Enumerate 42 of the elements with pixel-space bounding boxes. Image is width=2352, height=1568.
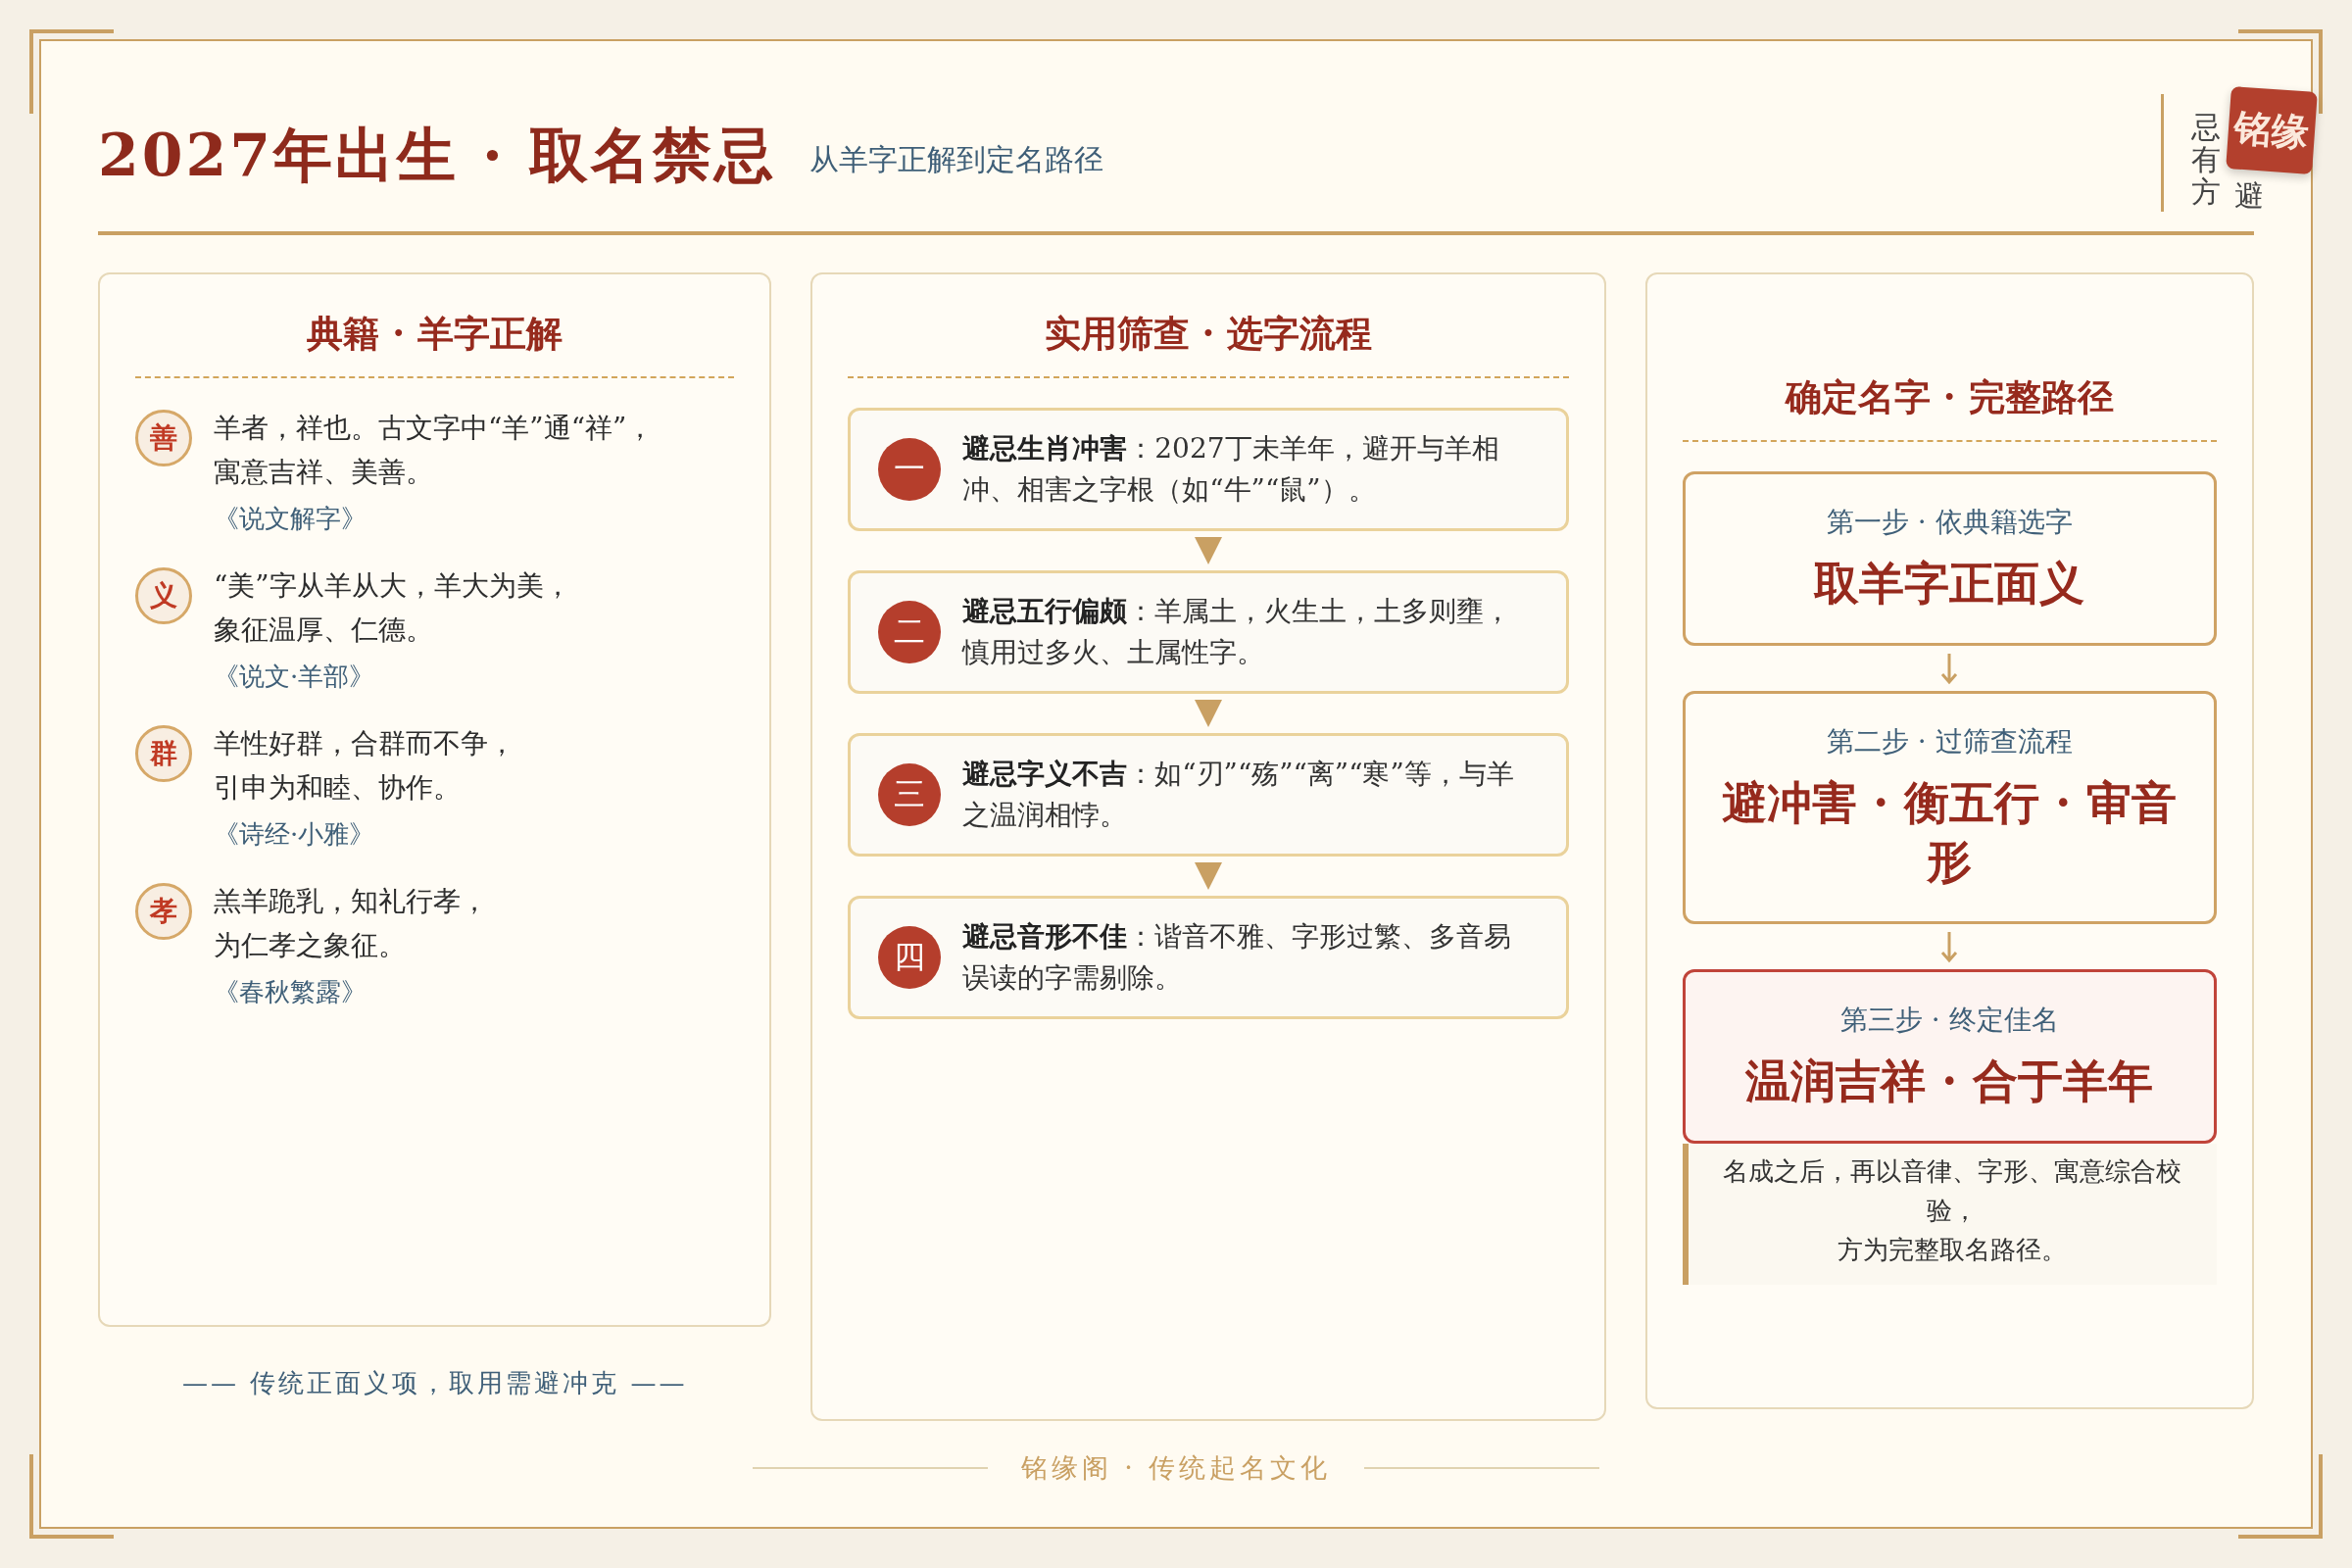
page-subtitle: 从羊字正解到定名路径	[808, 141, 1103, 178]
step-number: 一	[878, 438, 942, 501]
step-result: 取羊字正面义	[1812, 556, 2086, 612]
panel-title: 确定名字 · 完整路径	[1682, 338, 2217, 443]
seal-stamp: 铭缘	[2226, 86, 2318, 174]
character-badge: 孝	[135, 883, 192, 940]
step-text: 避忌音形不佳：谐音不雅、字形过繁、多音易误读的字需剔除。	[962, 919, 1513, 996]
page-title: 2027年出生 · 取名禁忌	[98, 125, 776, 184]
down-triangle-icon	[1194, 537, 1222, 564]
step-label: 第一步 · 依典籍选字	[1825, 505, 2074, 541]
panel-title: 实用筛查 · 选字流程	[848, 274, 1569, 378]
path-note: 名成之后，再以音律、字形、寓意综合校验， 方为完整取名路径。	[1682, 1143, 2217, 1285]
vertical-text: 忌有方	[2191, 111, 2221, 208]
source-citation: 《说文解字》	[214, 503, 368, 535]
step-text: 避忌字义不吉：如“刃”“殇”“离”“寒”等，与羊之温润相悖。	[962, 757, 1515, 833]
step-result: 避冲害 · 衡五行 · 审音形	[1721, 775, 2179, 890]
step-number: 四	[878, 926, 942, 989]
step-result: 温润吉祥 · 合于羊年	[1744, 1053, 2155, 1109]
entry-text: 羔羊跪乳，知礼行孝， 为仁孝之象征。	[214, 884, 488, 963]
down-arrow-icon	[1939, 652, 1960, 686]
source-citation: 《说文·羊部》	[214, 661, 376, 693]
step-number: 二	[878, 601, 942, 663]
entry-text: 羊性好群，合群而不争， 引申为和睦、协作。	[214, 726, 515, 806]
character-badge: 义	[135, 567, 192, 624]
step-text: 避忌生肖冲害：2027丁未羊年，避开与羊相冲、相害之字根（如“牛”“鼠”）。	[962, 431, 1500, 508]
character-badge: 善	[135, 410, 192, 466]
vertical-text: 避	[2234, 179, 2264, 212]
step-label: 第三步 · 终定佳名	[1838, 1002, 2060, 1038]
entry-text: 羊者，祥也。古文字中“羊”通“祥”， 寓意吉祥、美善。	[214, 411, 655, 490]
footer-text: 铭缘阁 · 传统起名文化	[1020, 1451, 1332, 1485]
step-text: 避忌五行偏颇：羊属土，火生土，土多则壅，慎用过多火、土属性字。	[962, 594, 1513, 670]
character-badge: 群	[135, 725, 192, 782]
entry-text: “美”字从羊从大，羊大为美， 象征温厚、仁德。	[214, 568, 571, 648]
down-arrow-icon	[1939, 929, 1960, 963]
panel-note: —— 传统正面义项，取用需避冲克 ——	[180, 1367, 689, 1399]
panel-title: 典籍 · 羊字正解	[135, 274, 735, 378]
step-label: 第二步 · 过筛查流程	[1825, 724, 2074, 760]
step-number: 三	[878, 763, 942, 826]
source-citation: 《春秋繁露》	[214, 976, 368, 1008]
down-triangle-icon	[1194, 862, 1222, 890]
source-citation: 《诗经·小雅》	[214, 818, 376, 851]
down-triangle-icon	[1194, 700, 1222, 727]
